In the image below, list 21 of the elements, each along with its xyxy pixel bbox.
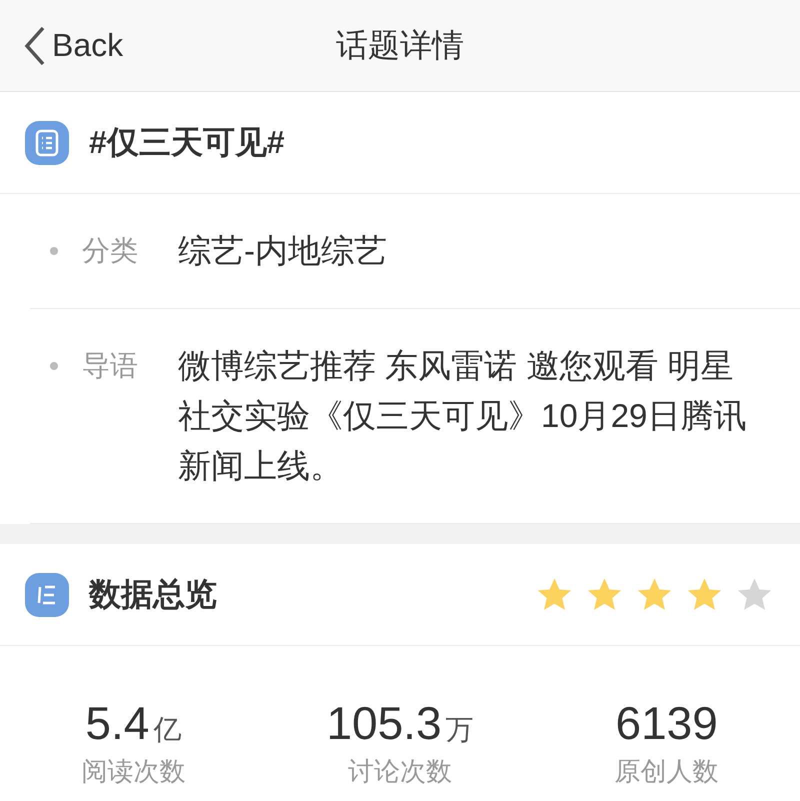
chevron-left-icon xyxy=(24,26,46,66)
detail-value: 微博综艺推荐 东风雷诺 邀您观看 明星社交实验《仅三天可见》10月29日腾讯新闻上线。 xyxy=(178,346,748,486)
list-icon xyxy=(25,120,69,164)
stat-unit: 万 xyxy=(446,713,474,747)
stat-value: 5.4 xyxy=(85,696,150,750)
back-button[interactable]: Back xyxy=(24,26,124,66)
bullet-dot xyxy=(50,362,58,370)
stat-label: 讨论次数 xyxy=(348,755,452,788)
stat-value: 105.3 xyxy=(326,696,442,750)
detail-label: 分类 xyxy=(82,234,139,268)
detail-value: 综艺-内地综艺 xyxy=(178,231,388,271)
stat-label: 阅读次数 xyxy=(81,755,186,788)
stat-unit: 亿 xyxy=(153,713,182,747)
list-icon xyxy=(25,572,69,616)
page-title: 话题详情 xyxy=(336,26,464,62)
section-title: 数据总览 xyxy=(89,574,217,614)
topic-title: #仅三天可见# xyxy=(89,122,285,162)
detail-label: 导语 xyxy=(82,349,139,383)
bullet-dot xyxy=(50,247,58,255)
stat-value: 6139 xyxy=(616,696,718,750)
stat-label: 原创人数 xyxy=(614,755,719,788)
